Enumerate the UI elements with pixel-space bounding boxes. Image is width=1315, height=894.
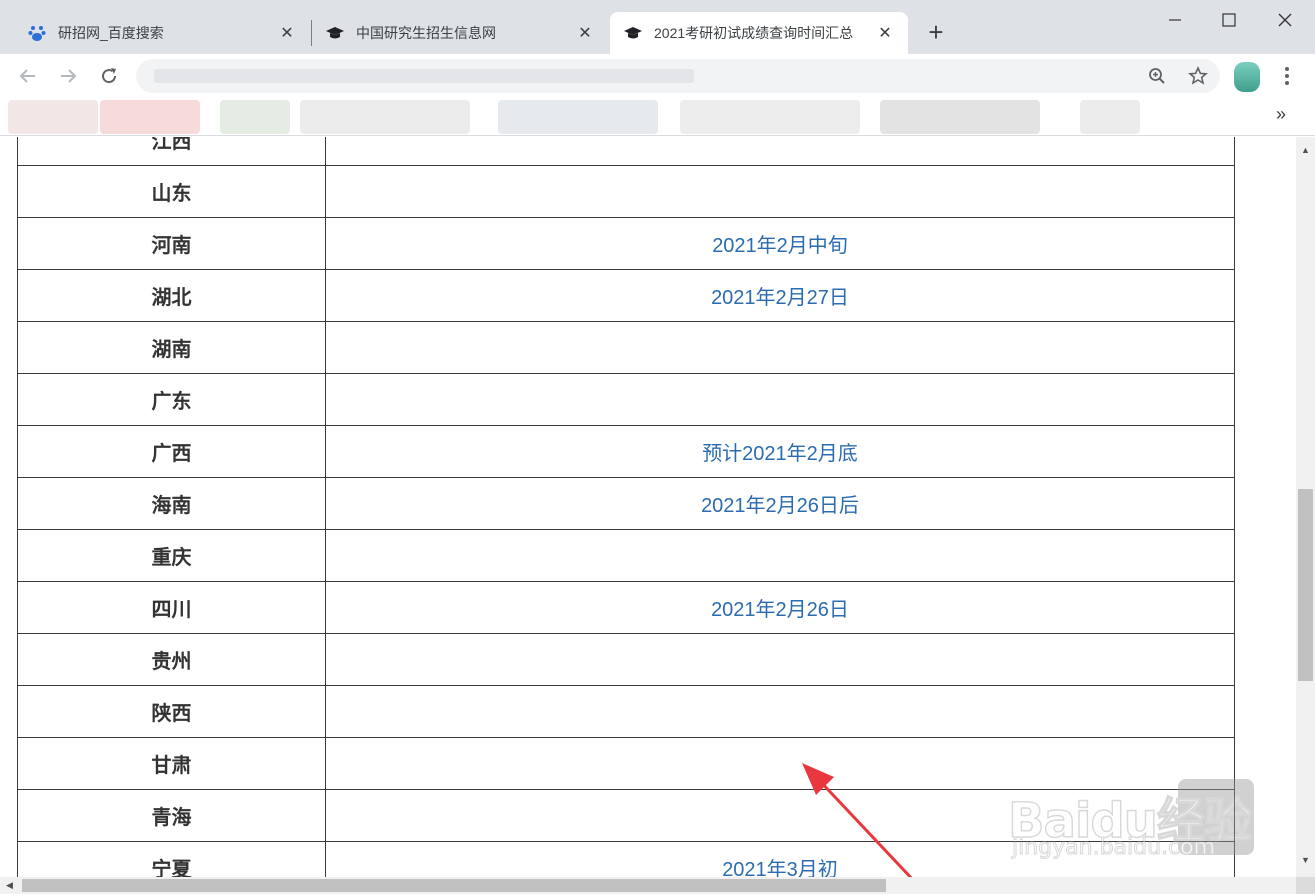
- scroll-left-arrow-icon[interactable]: ◀: [6, 880, 13, 891]
- bookmark-item[interactable]: [1080, 100, 1140, 134]
- release-date-cell: [325, 633, 1235, 686]
- menu-kebab-icon[interactable]: [1280, 66, 1294, 91]
- address-bar[interactable]: [136, 59, 1220, 93]
- browser-toolbar: [0, 54, 1315, 98]
- province-cell: 甘肃: [17, 737, 326, 790]
- scrollbar-corner: [1296, 877, 1315, 894]
- graduation-cap-icon: [326, 24, 344, 42]
- release-date-cell: [325, 685, 1235, 738]
- province-cell: 广东: [17, 373, 326, 426]
- province-cell: 广西: [17, 425, 326, 478]
- release-date-cell: [325, 321, 1235, 374]
- table-row: 重庆: [17, 529, 1235, 582]
- province-cell: 重庆: [17, 529, 326, 582]
- release-date-cell: 2021年2月中旬: [325, 217, 1235, 270]
- back-arrow-icon[interactable]: [14, 62, 42, 90]
- table-row: 河南 2021年2月中旬: [17, 217, 1235, 270]
- watermark-url: jingyan.baidu.com: [1011, 835, 1216, 861]
- reload-icon[interactable]: [95, 62, 123, 90]
- window-close-icon[interactable]: [1262, 6, 1308, 34]
- province-cell: 四川: [17, 581, 326, 634]
- table-row: 山东: [17, 165, 1235, 218]
- graduation-cap-icon: [624, 24, 642, 42]
- bookmark-item[interactable]: [220, 100, 290, 134]
- province-cell: 海南: [17, 477, 326, 530]
- release-date-cell: [325, 165, 1235, 218]
- table-row: 湖南: [17, 321, 1235, 374]
- horizontal-scroll-thumb[interactable]: [22, 879, 886, 892]
- province-cell: 山东: [17, 165, 326, 218]
- bookmarks-overflow-chevron-icon[interactable]: »: [1276, 104, 1286, 125]
- forward-arrow-icon[interactable]: [54, 62, 82, 90]
- province-cell: 贵州: [17, 633, 326, 686]
- table-row: 广东: [17, 373, 1235, 426]
- bookmark-item[interactable]: [498, 100, 658, 134]
- bookmark-item[interactable]: [880, 100, 1040, 134]
- close-icon[interactable]: ✕: [876, 24, 894, 42]
- red-annotation-arrow: [802, 763, 913, 877]
- release-date-cell: 预计2021年2月底: [325, 425, 1235, 478]
- release-date-cell: [325, 137, 1235, 166]
- province-cell: 江西: [17, 137, 326, 166]
- tab-title: 研招网_百度搜索: [58, 25, 164, 41]
- table-row: 陕西: [17, 685, 1235, 738]
- bookmark-item[interactable]: [100, 100, 200, 134]
- release-date-cell: [325, 373, 1235, 426]
- scroll-up-arrow-icon[interactable]: ▲: [1301, 145, 1310, 155]
- province-cell: 湖北: [17, 269, 326, 322]
- maximize-icon[interactable]: [1206, 6, 1252, 34]
- bookmark-item[interactable]: [680, 100, 860, 134]
- bookmark-item[interactable]: [300, 100, 470, 134]
- close-icon[interactable]: ✕: [278, 24, 296, 42]
- release-date-cell: 2021年2月27日: [325, 269, 1235, 322]
- release-date-cell: 2021年2月26日: [325, 581, 1235, 634]
- table-row: 江西: [17, 137, 1235, 166]
- table-row: 广西 预计2021年2月底: [17, 425, 1235, 478]
- table-row: 贵州: [17, 633, 1235, 686]
- minimize-icon[interactable]: [1152, 6, 1198, 34]
- browser-window: 研招网_百度搜索 ✕ 中国研究生招生信息网 ✕ 2021考研初试成绩查询时间汇总…: [0, 0, 1315, 894]
- tab-strip: 研招网_百度搜索 ✕ 中国研究生招生信息网 ✕ 2021考研初试成绩查询时间汇总…: [0, 0, 1315, 54]
- zoom-icon[interactable]: [1148, 67, 1166, 90]
- vertical-scroll-thumb[interactable]: [1298, 489, 1313, 681]
- blurred-url: [154, 69, 694, 83]
- release-date-cell: 2021年2月26日后: [325, 477, 1235, 530]
- province-cell: 青海: [17, 789, 326, 842]
- province-cell: 宁夏: [17, 841, 326, 877]
- new-tab-button[interactable]: +: [922, 19, 950, 47]
- bookmarks-bar: »: [0, 98, 1315, 136]
- province-cell: 河南: [17, 217, 326, 270]
- release-date-cell: [325, 529, 1235, 582]
- table-row: 四川 2021年2月26日: [17, 581, 1235, 634]
- horizontal-scrollbar[interactable]: ◀: [0, 877, 1296, 894]
- baidu-jingyan-watermark: Baidu经验 jingyan.baidu.com: [1004, 753, 1264, 865]
- close-icon[interactable]: ✕: [576, 24, 594, 42]
- baidu-paw-icon: [28, 24, 46, 42]
- tab-baidu-search[interactable]: 研招网_百度搜索 ✕: [14, 12, 310, 54]
- bookmark-star-icon[interactable]: [1187, 66, 1209, 91]
- profile-avatar-icon[interactable]: [1234, 62, 1260, 92]
- province-cell: 湖南: [17, 321, 326, 374]
- tab-yz-chsi[interactable]: 中国研究生招生信息网 ✕: [312, 12, 608, 54]
- tab-title: 2021考研初试成绩查询时间汇总: [654, 25, 854, 41]
- tab-title: 中国研究生招生信息网: [356, 25, 496, 41]
- bookmark-item[interactable]: [8, 100, 98, 134]
- province-cell: 陕西: [17, 685, 326, 738]
- table-row: 海南 2021年2月26日后: [17, 477, 1235, 530]
- scroll-down-arrow-icon[interactable]: ▼: [1301, 855, 1310, 865]
- table-row: 湖北 2021年2月27日: [17, 269, 1235, 322]
- vertical-scrollbar[interactable]: ▲ ▼: [1296, 137, 1315, 877]
- tab-score-query-times[interactable]: 2021考研初试成绩查询时间汇总 ✕: [610, 12, 908, 54]
